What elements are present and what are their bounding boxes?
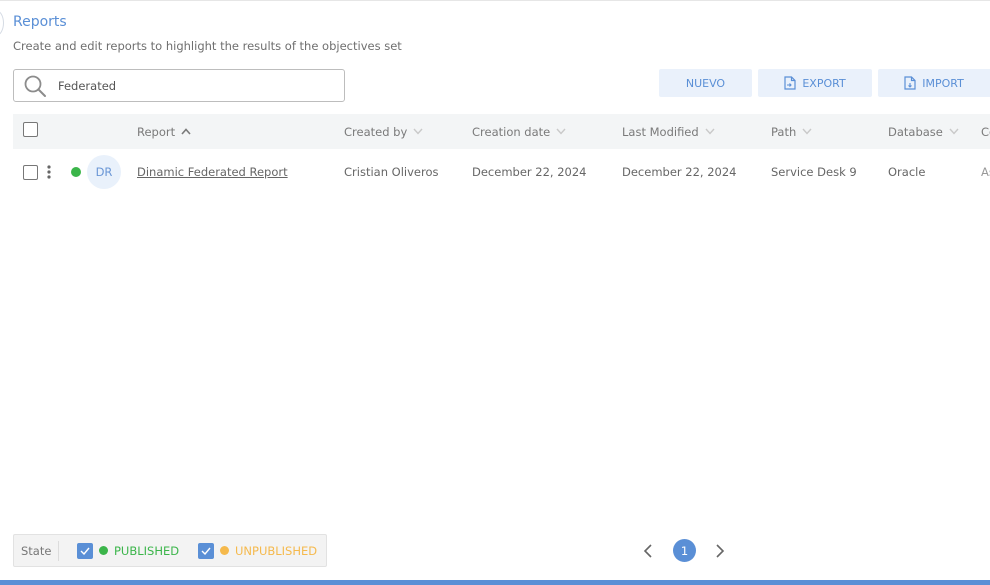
published-checkbox[interactable]: [77, 542, 93, 559]
cell-creation-date: December 22, 2024: [472, 165, 587, 179]
top-divider: [0, 0, 990, 1]
unpublished-checkbox[interactable]: [198, 542, 214, 559]
published-label: PUBLISHED: [114, 543, 180, 558]
search-input[interactable]: [58, 77, 328, 95]
search-box[interactable]: [13, 69, 345, 102]
state-filter-label: State: [21, 543, 52, 558]
page-subtitle: Create and edit reports to highlight the…: [13, 39, 402, 53]
column-header-database[interactable]: Database: [888, 114, 959, 149]
avatar: DR: [87, 155, 121, 189]
cell-truncated: As: [981, 165, 990, 179]
chevron-down-icon: [413, 128, 423, 135]
nuevo-button-label: NUEVO: [685, 76, 726, 90]
sort-ascending-icon: [181, 128, 191, 135]
cell-database: Oracle: [888, 165, 926, 179]
import-file-icon: [904, 76, 916, 90]
search-icon: [24, 75, 46, 97]
cell-path: Service Desk 9: [771, 165, 857, 179]
page-title: Reports: [13, 14, 67, 30]
table-header: Report Created by Creation date Last Mod…: [13, 114, 990, 149]
row-checkbox[interactable]: [23, 165, 38, 180]
column-header-last-modified[interactable]: Last Modified: [622, 114, 715, 149]
filter-unpublished[interactable]: UNPUBLISHED: [198, 535, 317, 566]
cell-last-modified: December 22, 2024: [622, 165, 737, 179]
pagination-current-page[interactable]: 1: [673, 539, 696, 562]
import-button[interactable]: IMPORT: [878, 69, 990, 97]
chevron-right-icon[interactable]: [713, 543, 727, 559]
chevron-down-icon: [802, 128, 812, 135]
column-header-path[interactable]: Path: [771, 114, 812, 149]
state-filter-divider: [58, 541, 59, 561]
column-header-truncated[interactable]: Co: [981, 114, 990, 149]
column-header-created-by[interactable]: Created by: [344, 114, 423, 149]
chevron-down-icon: [949, 128, 959, 135]
cell-created-by: Cristian Oliveros: [344, 165, 439, 179]
sidebar-toggle-edge[interactable]: [0, 10, 4, 36]
more-options-icon[interactable]: [47, 165, 51, 179]
report-link[interactable]: Dinamic Federated Report: [137, 165, 288, 179]
status-published-dot: [71, 167, 81, 177]
cell-report[interactable]: Dinamic Federated Report: [137, 149, 288, 195]
unpublished-dot: [220, 546, 229, 555]
bottom-accent-bar: [0, 580, 990, 585]
check-icon: [201, 547, 211, 555]
filter-published[interactable]: PUBLISHED: [77, 535, 179, 566]
import-button-label: IMPORT: [922, 76, 964, 90]
state-filter: State PUBLISHED UNPUBLISHED: [13, 534, 327, 567]
published-dot: [99, 546, 108, 555]
chevron-down-icon: [705, 128, 715, 135]
chevron-left-icon[interactable]: [641, 543, 655, 559]
export-button-label: EXPORT: [802, 76, 846, 90]
column-header-creation-date[interactable]: Creation date: [472, 114, 566, 149]
column-header-report[interactable]: Report: [137, 114, 191, 149]
table-row[interactable]: DR Dinamic Federated Report Cristian Oli…: [13, 149, 990, 195]
export-file-icon: [784, 76, 796, 90]
export-button[interactable]: EXPORT: [758, 69, 872, 97]
select-all-checkbox[interactable]: [23, 122, 38, 137]
chevron-down-icon: [556, 128, 566, 135]
check-icon: [80, 547, 90, 555]
nuevo-button[interactable]: NUEVO: [659, 69, 752, 97]
unpublished-label: UNPUBLISHED: [235, 543, 318, 558]
